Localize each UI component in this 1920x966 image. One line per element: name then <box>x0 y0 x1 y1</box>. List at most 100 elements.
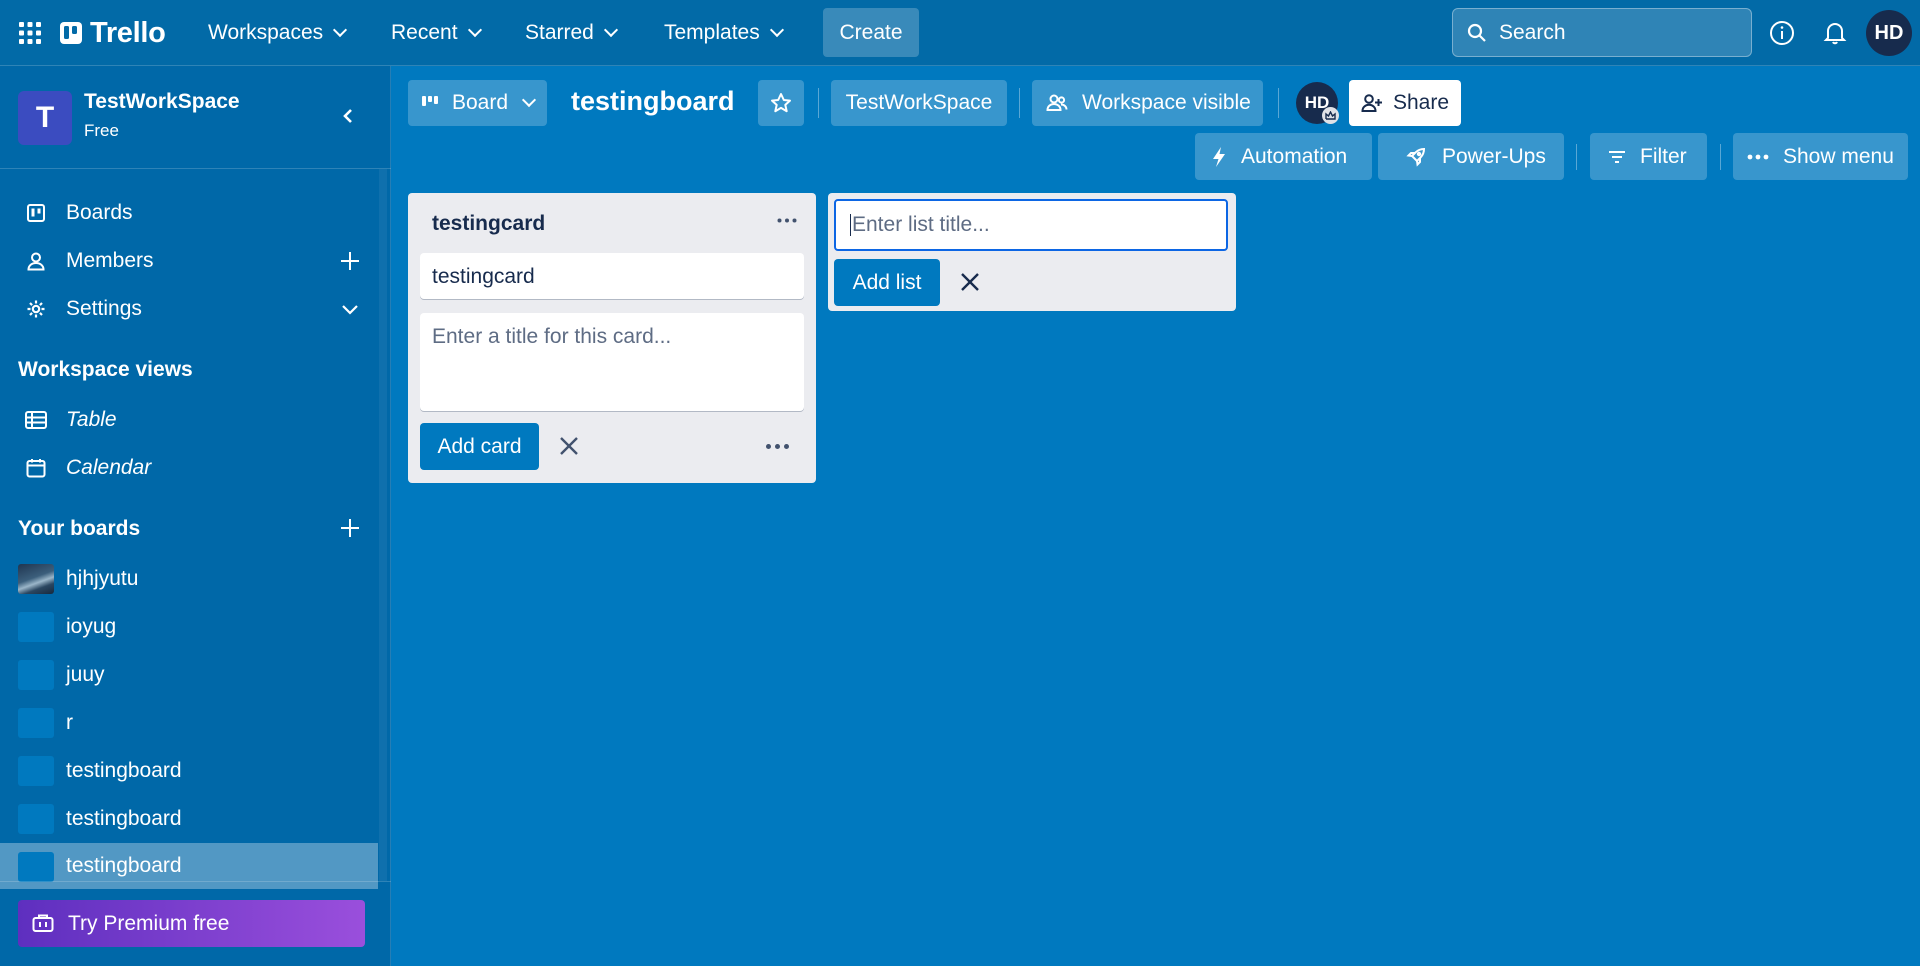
nav-workspaces[interactable]: Workspaces <box>208 0 348 66</box>
create-button[interactable]: Create <box>823 8 919 57</box>
board-view-switcher[interactable]: Board <box>408 80 547 126</box>
board-title[interactable]: testingboard <box>571 86 735 117</box>
sidebar-item-boards[interactable]: Boards <box>0 190 378 236</box>
list-title-input[interactable]: Enter list title... <box>834 199 1228 251</box>
grid-icon <box>19 22 41 44</box>
trello-logo[interactable]: Trello <box>60 0 166 66</box>
chevron-down-icon <box>603 22 618 38</box>
sidebar-item-members[interactable]: Members <box>0 238 378 284</box>
rocket-icon <box>1406 147 1426 167</box>
admin-badge-icon <box>1322 107 1339 124</box>
info-button[interactable] <box>1765 16 1799 50</box>
chevron-down-icon[interactable] <box>338 297 362 321</box>
dot <box>766 444 771 449</box>
cancel-card-button[interactable] <box>553 430 585 462</box>
sidebar-item-label: Table <box>66 408 117 431</box>
card[interactable]: testingcard <box>420 253 804 299</box>
account-avatar[interactable]: HD <box>1866 10 1912 56</box>
text-caret <box>850 214 851 236</box>
sidebar-board-testingboard[interactable]: testingboard <box>0 748 378 794</box>
nav-templates[interactable]: Templates <box>664 0 784 66</box>
add-list-composer: Enter list title... Add list <box>828 193 1236 311</box>
try-premium-button[interactable]: Try Premium free <box>18 900 365 947</box>
sidebar-scrollbar[interactable] <box>379 169 387 881</box>
collapse-sidebar-button[interactable] <box>336 104 360 128</box>
workspace-header: T TestWorkSpace Free <box>0 66 391 169</box>
try-premium-label: Try Premium free <box>68 911 230 935</box>
table-icon <box>24 408 48 432</box>
board-thumbnail <box>18 660 54 690</box>
add-list-button[interactable]: Add list <box>834 259 940 306</box>
top-header: Trello Workspaces Recent Starred Templat… <box>0 0 1920 66</box>
notifications-button[interactable] <box>1818 16 1852 50</box>
add-board-button[interactable] <box>320 504 380 552</box>
cancel-list-button[interactable] <box>954 266 986 298</box>
list-column: testingcard testingcard Enter a title fo… <box>408 193 816 483</box>
nav-starred[interactable]: Starred <box>525 0 618 66</box>
premium-footer: Try Premium free <box>0 881 391 966</box>
add-person-icon <box>1361 94 1382 112</box>
board-icon <box>24 201 48 225</box>
briefcase-icon <box>32 914 54 932</box>
sidebar-item-table[interactable]: Table <box>0 397 378 443</box>
board-thumbnail <box>18 804 54 834</box>
card-title-input[interactable]: Enter a title for this card... <box>420 313 804 411</box>
board-label: r <box>66 711 73 734</box>
sidebar-item-calendar[interactable]: Calendar <box>0 445 378 491</box>
workspace-name[interactable]: TestWorkSpace <box>84 90 240 114</box>
header-divider <box>1019 88 1020 118</box>
workspace-plan: Free <box>84 121 119 140</box>
search-placeholder: Search <box>1499 20 1566 44</box>
sidebar-board-testingboard[interactable]: testingboard <box>0 796 378 842</box>
info-icon <box>1770 21 1794 45</box>
sidebar-board-ioyug[interactable]: ioyug <box>0 604 378 650</box>
power-ups-button[interactable]: Power-Ups <box>1378 133 1564 180</box>
sidebar-board-hjhjyutu[interactable]: hjhjyutu <box>0 556 378 602</box>
nav-recent[interactable]: Recent <box>391 0 482 66</box>
chevron-left-icon <box>343 109 352 123</box>
search-icon <box>1467 23 1486 42</box>
sidebar-item-settings[interactable]: Settings <box>0 286 378 332</box>
automation-label: Automation <box>1241 144 1348 168</box>
card-composer-more-button[interactable] <box>766 444 789 449</box>
share-button[interactable]: Share <box>1349 80 1461 126</box>
person-icon <box>24 249 48 273</box>
list-actions-button[interactable] <box>771 205 803 235</box>
sidebar-item-label: Boards <box>66 201 133 224</box>
add-card-button[interactable]: Add card <box>420 423 539 470</box>
board-thumbnail <box>18 708 54 738</box>
dot <box>784 444 789 449</box>
add-member-plus-icon[interactable] <box>338 249 362 273</box>
show-menu-button[interactable]: Show menu <box>1733 133 1908 180</box>
chevron-down-icon <box>467 22 482 38</box>
app-switcher-button[interactable] <box>12 0 48 66</box>
sidebar-board-r[interactable]: r <box>0 700 378 746</box>
nav-workspaces-label: Workspaces <box>208 21 324 44</box>
board-label: testingboard <box>66 807 182 830</box>
list-title[interactable]: testingcard <box>432 212 545 236</box>
nav-templates-label: Templates <box>664 21 760 44</box>
board-label: juuy <box>66 663 105 686</box>
chevron-down-icon <box>521 92 537 108</box>
filter-icon <box>1609 150 1625 163</box>
header-divider <box>818 88 819 118</box>
filter-button[interactable]: Filter <box>1590 133 1707 180</box>
workspace-button[interactable]: TestWorkSpace <box>831 80 1007 126</box>
header-divider <box>1278 88 1279 118</box>
lightning-icon <box>1213 146 1225 167</box>
search-input[interactable]: Search <box>1452 8 1752 57</box>
board-view-label: Board <box>452 91 509 114</box>
automation-button[interactable]: Automation <box>1195 133 1372 180</box>
board-label: ioyug <box>66 615 117 638</box>
sidebar-board-juuy[interactable]: juuy <box>0 652 378 698</box>
workspace-visible-icon <box>1046 94 1068 111</box>
board-thumbnail <box>18 564 54 594</box>
sidebar-item-label: Settings <box>66 297 142 320</box>
list-title-placeholder: Enter list title... <box>852 213 990 236</box>
gear-icon <box>24 297 48 321</box>
plus-icon <box>338 516 362 540</box>
visibility-button[interactable]: Workspace visible <box>1032 80 1263 126</box>
header-divider <box>1576 144 1577 170</box>
star-board-button[interactable] <box>758 80 804 126</box>
board-thumbnail <box>18 852 54 882</box>
